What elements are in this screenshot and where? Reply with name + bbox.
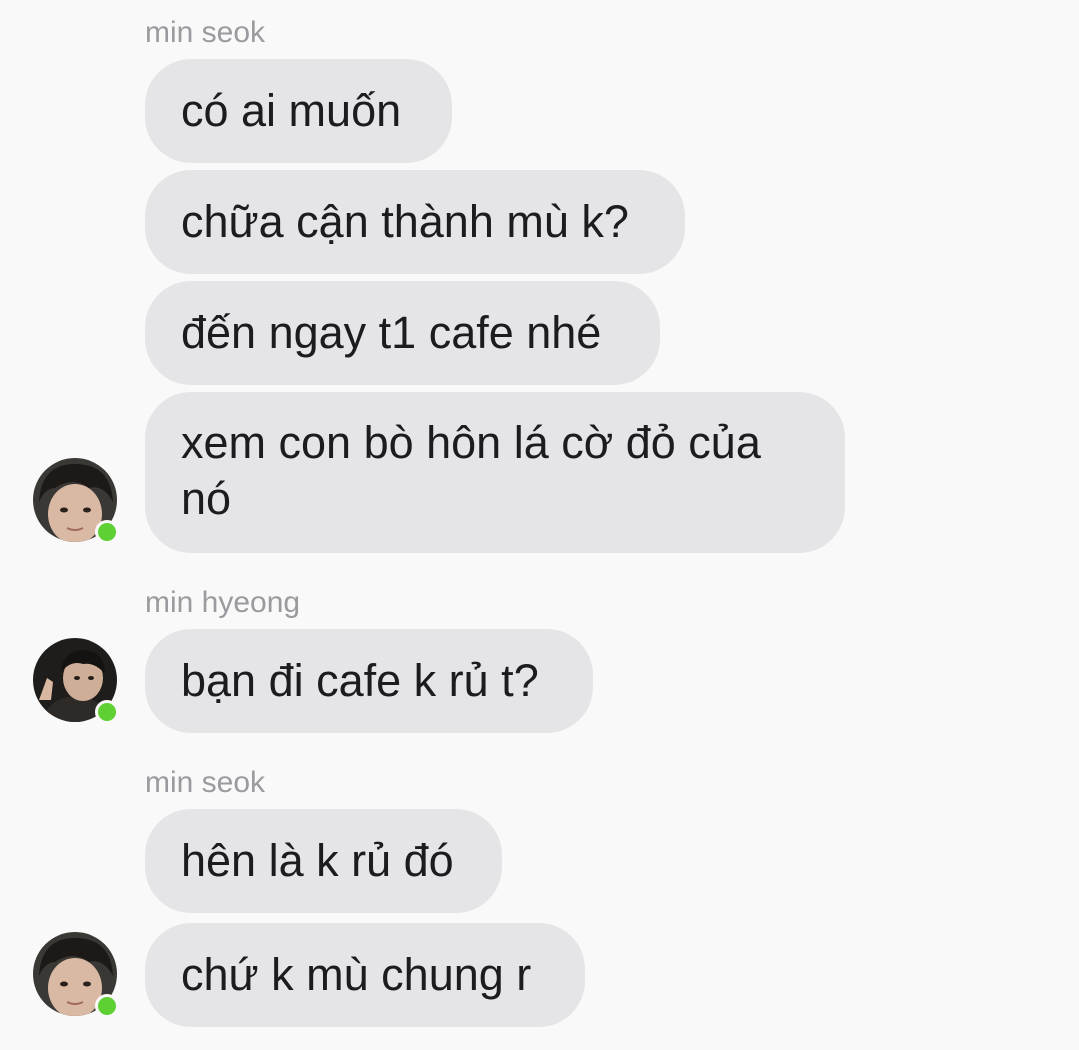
message-text: hên là k rủ đó: [181, 835, 454, 886]
sender-name: min seok: [145, 16, 266, 49]
message-text: bạn đi cafe k rủ t?: [181, 655, 539, 706]
sender-name: min seok: [145, 766, 266, 799]
message-bubble[interactable]: bạn đi cafe k rủ t?: [145, 629, 593, 733]
online-status-dot-icon: [95, 700, 119, 724]
avatar[interactable]: [33, 638, 119, 724]
online-status-dot-icon: [95, 994, 119, 1018]
online-status-dot-icon: [95, 520, 119, 544]
message-bubble[interactable]: hên là k rủ đó: [145, 809, 502, 913]
message-bubble[interactable]: chứ k mù chung r: [145, 923, 585, 1027]
message-text: chữa cận thành mù k?: [181, 196, 629, 247]
chat-thread: min seok có ai muốn chữa cận thành mù k?…: [0, 0, 1079, 1050]
message-bubble[interactable]: xem con bò hôn lá cờ đỏ của nó: [145, 392, 845, 553]
message-bubble[interactable]: chữa cận thành mù k?: [145, 170, 685, 274]
message-text: xem con bò hôn lá cờ đỏ của nó: [181, 417, 761, 524]
message-text: chứ k mù chung r: [181, 949, 532, 1000]
sender-name: min hyeong: [145, 586, 301, 619]
message-text: đến ngay t1 cafe nhé: [181, 307, 602, 358]
avatar[interactable]: [33, 458, 119, 544]
avatar[interactable]: [33, 932, 119, 1018]
message-bubble[interactable]: có ai muốn: [145, 59, 452, 163]
message-bubble[interactable]: đến ngay t1 cafe nhé: [145, 281, 660, 385]
message-text: có ai muốn: [181, 85, 402, 136]
